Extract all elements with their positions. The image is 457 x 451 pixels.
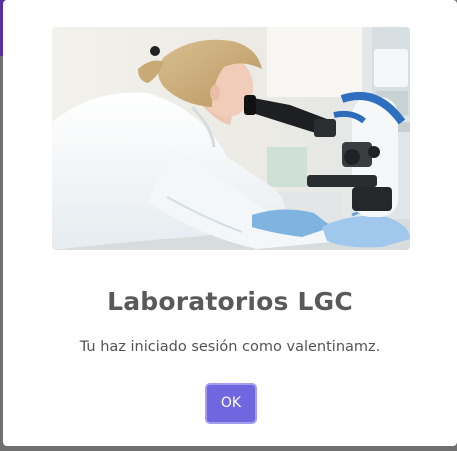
login-success-dialog: Laboratorios LGC Tu haz iniciado sesión … bbox=[3, 0, 457, 446]
dialog-message: Tu haz iniciado sesión como valentinamz. bbox=[79, 339, 381, 355]
dialog-title: Laboratorios LGC bbox=[107, 287, 353, 316]
ok-button[interactable]: OK bbox=[205, 383, 257, 424]
lab-scientist-image bbox=[52, 27, 410, 250]
